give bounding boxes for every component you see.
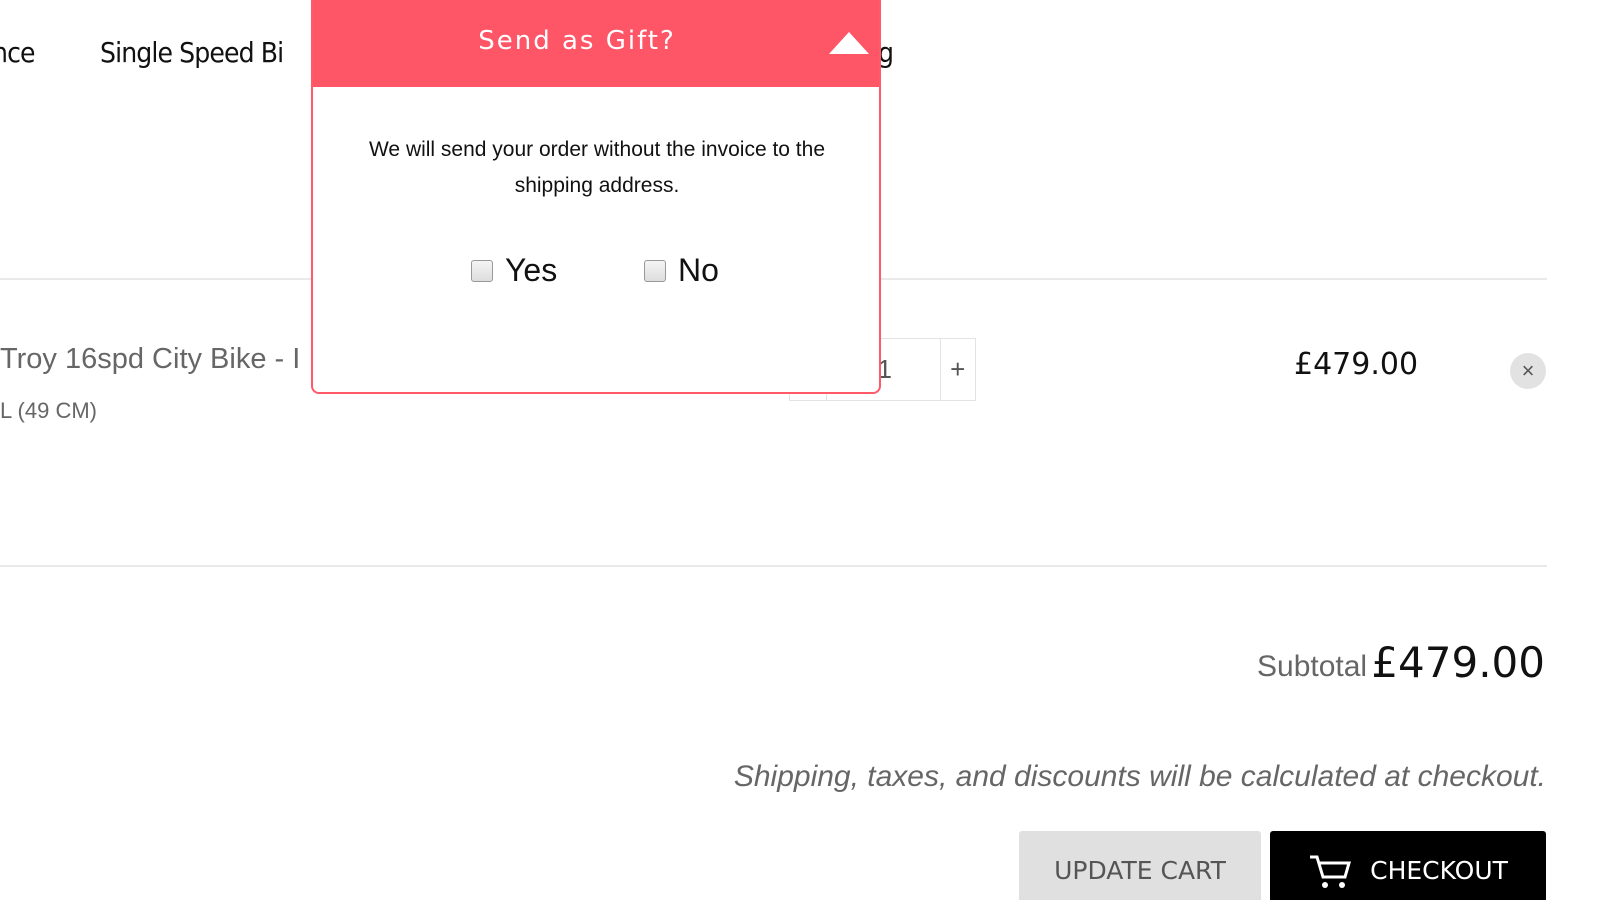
gift-modal-header[interactable]: Send as Gift? (313, 0, 879, 87)
collapse-caret-icon[interactable] (829, 32, 869, 54)
remove-item-button[interactable]: × (1510, 353, 1546, 389)
close-icon: × (1521, 358, 1535, 383)
product-variant: L (49 CM) (0, 398, 97, 423)
yes-label: Yes (505, 252, 558, 288)
yes-checkbox[interactable] (471, 259, 493, 282)
product-name[interactable]: Troy 16spd City Bike - I (0, 343, 300, 376)
checkout-button[interactable]: CHECKOUT (1270, 831, 1546, 900)
increase-button[interactable]: + (941, 339, 975, 400)
no-checkbox[interactable] (644, 259, 666, 282)
checkout-note: Shipping, taxes, and discounts will be c… (733, 760, 1546, 793)
nav-item-partial-left[interactable]: nce (0, 36, 36, 69)
gift-no-option[interactable]: No (644, 252, 719, 289)
checkout-label: CHECKOUT (1370, 856, 1508, 885)
subtotal-label: Subtotal (1257, 650, 1368, 683)
no-label: No (678, 252, 719, 288)
nav-item-single-speed-bikes[interactable]: Single Speed Bi (100, 36, 284, 69)
gift-modal-title: Send as Gift? (478, 26, 676, 56)
subtotal-value: £479.00 (1371, 638, 1545, 687)
gift-modal-text: We will send your order without the invo… (368, 138, 825, 197)
cart-icon (1310, 855, 1352, 888)
divider (0, 565, 1547, 567)
item-price: £479.00 (1294, 347, 1419, 382)
gift-modal: Send as Gift? We will send your order wi… (311, 0, 881, 394)
update-cart-button[interactable]: UPDATE CART (1019, 831, 1261, 900)
gift-yes-option[interactable]: Yes (471, 252, 557, 289)
